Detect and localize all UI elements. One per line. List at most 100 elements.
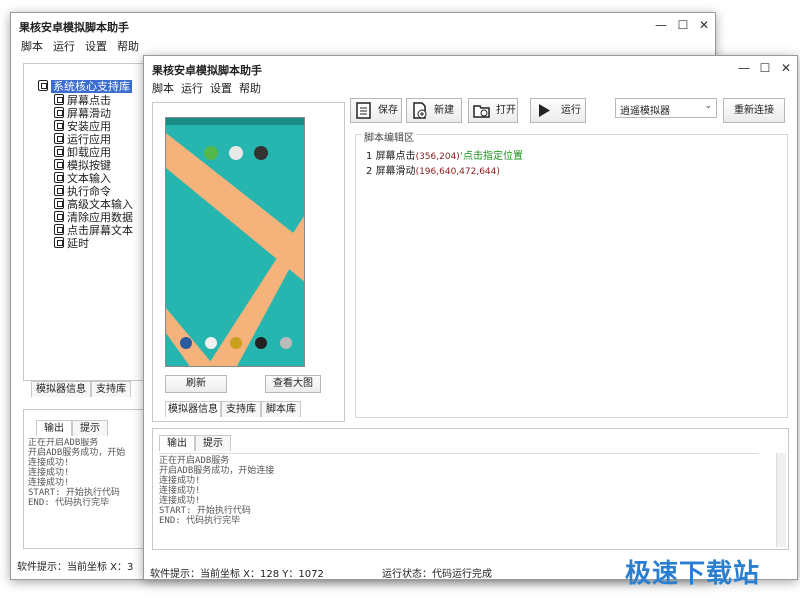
tree-item[interactable]: 安装应用 [54, 120, 111, 133]
tree-item-label: 卸载应用 [67, 146, 111, 159]
open-button[interactable]: 打开 [468, 98, 518, 123]
tree-item[interactable]: 运行应用 [54, 133, 111, 146]
menu-settings[interactable]: 设置 [210, 80, 232, 96]
tree-item-label: 延时 [67, 237, 89, 250]
new-file-icon [413, 102, 427, 119]
back-menu-script[interactable]: 脚本 [21, 38, 43, 54]
emulator-select-value: 逍遥模拟器 [620, 106, 670, 117]
save-button-label: 保存 [378, 105, 398, 116]
back-maximize-button[interactable]: ☐ [673, 16, 693, 34]
menu-script[interactable]: 脚本 [152, 80, 174, 96]
tree-item-label: 执行命令 [67, 185, 111, 198]
tree-item[interactable]: 屏幕滑动 [54, 107, 111, 120]
back-minimize-button[interactable]: — [651, 16, 671, 34]
menu-help[interactable]: 帮助 [239, 80, 261, 96]
play-icon [539, 104, 550, 117]
back-output-text: 正在开启ADB服务 开启ADB服务成功，开始 连接成功! 连接成功! 连接成功!… [28, 438, 126, 508]
view-large-button[interactable]: 查看大图 [265, 375, 321, 393]
phone-wallpaper [166, 118, 304, 366]
function-icon [54, 120, 64, 131]
open-folder-icon [473, 105, 490, 118]
back-menubar: 脚本 运行 设置 帮助 [11, 38, 715, 56]
tree-item-label: 点击屏幕文本 [67, 224, 133, 237]
back-close-button[interactable]: ✕ [694, 16, 714, 34]
output-panel: 输出 提示 正在开启ADB服务 开启ADB服务成功，开始连接 连接成功! 连接成… [152, 428, 789, 550]
run-button-label: 运行 [561, 105, 581, 116]
tab-emulator-info[interactable]: 模拟器信息 [165, 401, 221, 417]
emulator-preview-panel: 刷新 查看大图 模拟器信息 支持库 脚本库 [152, 102, 345, 422]
tree-root[interactable]: 系统核心支持库 [38, 80, 132, 93]
status-coordinates: 软件提示：当前坐标 X：128 Y：1072 [150, 569, 324, 580]
main-window-title: 果核安卓模拟脚本助手 [152, 64, 262, 77]
back-menu-run[interactable]: 运行 [53, 38, 75, 54]
library-icon [38, 80, 48, 91]
emulator-screen[interactable] [165, 117, 305, 367]
main-minimize-button[interactable]: — [734, 59, 754, 77]
tree-item-label: 屏幕滑动 [67, 107, 111, 120]
function-icon [54, 211, 64, 222]
function-icon [54, 159, 64, 170]
tree-item-label: 安装应用 [67, 120, 111, 133]
tree-item[interactable]: 点击屏幕文本 [54, 224, 133, 237]
main-maximize-button[interactable]: ☐ [755, 59, 775, 77]
tree-item-label: 运行应用 [67, 133, 111, 146]
function-icon [54, 237, 64, 248]
back-tab-output[interactable]: 输出 [36, 420, 72, 436]
function-icon [54, 198, 64, 209]
function-icon [54, 107, 64, 118]
script-line[interactable]: 1 屏幕点击(356,204)‘点击指定位置 [366, 147, 523, 162]
script-editor[interactable]: 脚本编辑区 1 屏幕点击(356,204)‘点击指定位置 2 屏幕滑动(196,… [355, 129, 788, 418]
back-window-title: 果核安卓模拟脚本助手 [19, 21, 129, 34]
tab-script-library[interactable]: 脚本库 [261, 401, 301, 417]
tree-item-label: 模拟按键 [67, 159, 111, 172]
menu-run[interactable]: 运行 [181, 80, 203, 96]
line-args: (196,640,472,644) [415, 167, 500, 177]
status-run-state: 运行状态：代码运行完成 [382, 569, 492, 580]
line-number: 1 [366, 151, 373, 162]
tree-item[interactable]: 模拟按键 [54, 159, 111, 172]
new-button-label: 新建 [434, 105, 454, 116]
watermark-logo: 极速下载站 [625, 559, 761, 589]
back-tab-emulator-info[interactable]: 模拟器信息 [31, 381, 91, 397]
line-command: 屏幕点击 [375, 151, 416, 162]
script-line[interactable]: 2 屏幕滑动(196,640,472,644) [366, 162, 500, 177]
emulator-select[interactable]: 逍遥模拟器 ⌄ [615, 98, 717, 118]
back-tab-hint[interactable]: 提示 [72, 420, 108, 436]
main-window: 果核安卓模拟脚本助手 — ☐ ✕ 脚本 运行 设置 帮助 刷新 查看大图 模拟器… [143, 55, 798, 580]
back-menu-help[interactable]: 帮助 [117, 38, 139, 54]
tree-item[interactable]: 卸载应用 [54, 146, 111, 159]
reconnect-button[interactable]: 重新连接 [723, 98, 785, 123]
function-icon [54, 146, 64, 157]
run-button[interactable]: 运行 [530, 98, 586, 123]
tree-item[interactable]: 屏幕点击 [54, 94, 111, 107]
main-menubar: 脚本 运行 设置 帮助 [144, 80, 797, 98]
main-titlebar: 果核安卓模拟脚本助手 — ☐ ✕ [144, 56, 797, 82]
main-close-button[interactable]: ✕ [776, 59, 796, 77]
line-number: 2 [366, 166, 373, 177]
function-icon [54, 133, 64, 144]
back-menu-settings[interactable]: 设置 [85, 38, 107, 54]
tree-item[interactable]: 执行命令 [54, 185, 111, 198]
refresh-button-label: 刷新 [186, 378, 206, 389]
tree-item[interactable]: 文本输入 [54, 172, 111, 185]
tab-hint[interactable]: 提示 [195, 435, 231, 451]
tree-item[interactable]: 清除应用数据 [54, 211, 133, 224]
back-output-panel: 输出 提示 正在开启ADB服务 开启ADB服务成功，开始 连接成功! 连接成功!… [23, 409, 147, 549]
output-text: 正在开启ADB服务 开启ADB服务成功，开始连接 连接成功! 连接成功! 连接成… [159, 453, 759, 547]
reconnect-button-label: 重新连接 [734, 105, 774, 116]
back-tab-library[interactable]: 支持库 [91, 381, 131, 397]
output-scrollbar[interactable] [776, 453, 786, 547]
tab-library[interactable]: 支持库 [221, 401, 261, 417]
line-comment: ‘点击指定位置 [459, 151, 523, 162]
function-icon [54, 172, 64, 183]
tree-item-label: 高级文本输入 [67, 198, 133, 211]
tree-item[interactable]: 延时 [54, 237, 89, 250]
line-args: (356,204) [415, 152, 460, 162]
refresh-button[interactable]: 刷新 [165, 375, 227, 393]
function-icon [54, 224, 64, 235]
line-command: 屏幕滑动 [375, 166, 416, 177]
save-button[interactable]: 保存 [350, 98, 402, 123]
new-button[interactable]: 新建 [406, 98, 462, 123]
tab-output[interactable]: 输出 [159, 435, 195, 451]
tree-item[interactable]: 高级文本输入 [54, 198, 133, 211]
